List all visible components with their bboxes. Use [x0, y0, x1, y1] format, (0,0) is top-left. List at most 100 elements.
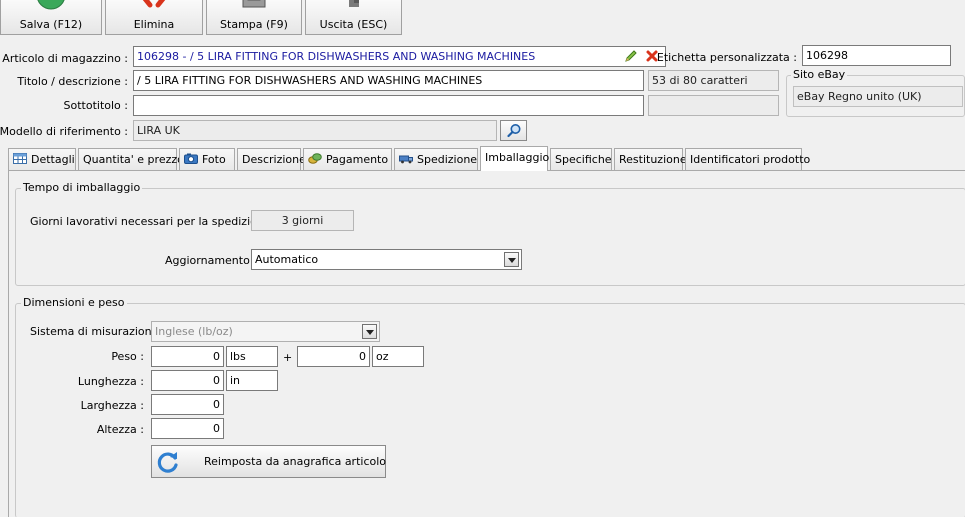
article-field[interactable]: 106298 - / 5 LIRA FITTING FOR DISHWASHER…	[133, 46, 666, 67]
subtitle-counter	[648, 95, 779, 116]
tab-specifiche[interactable]: Specifiche	[550, 148, 612, 170]
printer-icon	[237, 0, 271, 11]
tab-identificatori-prodotto-label: Identificatori prodotto	[690, 153, 811, 166]
weight-oz-value: 0	[359, 350, 366, 363]
length-unit: in	[226, 370, 278, 391]
imballaggio-panel: Tempo di imballaggio Giorni lavorativi n…	[8, 170, 965, 517]
article-label: Articolo di magazzino :	[2, 52, 128, 65]
pencil-icon[interactable]	[624, 49, 638, 66]
site-group: Sito eBay eBay Regno unito (UK)	[786, 68, 965, 117]
article-value: 106298 - / 5 LIRA FITTING FOR DISHWASHER…	[137, 50, 536, 63]
weight-lbs-value: 0	[213, 350, 220, 363]
subtitle-label: Sottotitolo :	[63, 99, 128, 112]
width-label: Larghezza :	[80, 399, 144, 412]
delete-label: Elimina	[133, 18, 175, 31]
refresh-icon	[156, 450, 180, 477]
custom-label-value: 106298	[806, 49, 848, 62]
tab-pagamento-label: Pagamento	[326, 153, 389, 166]
weight-oz-unit: oz	[372, 346, 424, 367]
exit-door-icon	[337, 0, 371, 11]
height-field[interactable]: 0	[151, 418, 224, 439]
weight-oz-unit-text: oz	[376, 350, 389, 363]
weight-lbs-unit: lbs	[226, 346, 278, 367]
model-search-button[interactable]	[500, 120, 527, 141]
weight-lbs-unit-text: lbs	[230, 350, 246, 363]
coins-icon	[308, 153, 322, 164]
days-field: 3 giorni	[251, 210, 354, 231]
dimensions-group: Dimensioni e peso Sistema di misurazione…	[15, 296, 965, 517]
tab-spedizione-label: Spedizione	[417, 153, 478, 166]
length-value: 0	[213, 374, 220, 387]
reset-label: Reimposta da anagrafica articolo	[204, 455, 387, 468]
tab-foto-label: Foto	[202, 153, 226, 166]
save-icon	[34, 0, 68, 14]
exit-button[interactable]: Uscita (ESC)	[305, 0, 402, 35]
subtitle-field[interactable]	[133, 95, 644, 116]
print-label: Stampa (F9)	[220, 18, 288, 31]
model-label: Modello di riferimento :	[0, 125, 128, 138]
title-field[interactable]: / 5 LIRA FITTING FOR DISHWASHERS AND WAS…	[133, 70, 644, 91]
days-label: Giorni lavorativi necessari per la spedi…	[30, 215, 278, 228]
update-select[interactable]: Automatico	[251, 249, 522, 270]
table-icon	[13, 153, 27, 164]
tab-quantita-prezzo[interactable]: Quantita' e prezzo	[78, 148, 184, 170]
tab-descrizione-label: Descrizione	[242, 153, 306, 166]
update-label: Aggiornamento :	[165, 254, 258, 267]
title-label: Titolo / descrizione :	[17, 75, 128, 88]
save-button[interactable]: Salva (F12)	[0, 0, 102, 35]
tab-foto[interactable]: Foto	[179, 148, 235, 170]
tab-pagamento[interactable]: Pagamento	[303, 148, 392, 170]
model-value: LIRA UK	[137, 124, 180, 137]
site-group-title: Sito eBay	[791, 68, 848, 81]
dimensions-title: Dimensioni e peso	[21, 296, 127, 309]
length-field[interactable]: 0	[151, 370, 224, 391]
height-value: 0	[213, 422, 220, 435]
exit-label: Uscita (ESC)	[319, 18, 388, 31]
tab-spedizione[interactable]: Spedizione	[394, 148, 478, 170]
custom-label-field[interactable]: 106298	[802, 45, 951, 66]
weight-lbs-field[interactable]: 0	[151, 346, 224, 367]
site-field: eBay Regno unito (UK)	[793, 86, 963, 107]
height-label: Altezza :	[96, 423, 144, 436]
delete-icon	[137, 0, 171, 12]
plus-sign: +	[283, 351, 293, 364]
chevron-down-icon	[362, 324, 377, 339]
model-field: LIRA UK	[133, 120, 497, 141]
print-button[interactable]: Stampa (F9)	[206, 0, 302, 35]
tab-restituzione[interactable]: Restituzione	[614, 148, 687, 170]
delete-button[interactable]: Elimina	[105, 0, 203, 35]
packaging-time-group: Tempo di imballaggio Giorni lavorativi n…	[15, 181, 965, 286]
reset-from-article-button[interactable]: Reimposta da anagrafica articolo	[151, 445, 386, 478]
tab-dettagli[interactable]: Dettagli	[8, 148, 76, 170]
width-value: 0	[213, 398, 220, 411]
tab-dettagli-label: Dettagli	[31, 153, 75, 166]
search-icon	[507, 123, 522, 141]
tab-imballaggio[interactable]: Imballaggio	[480, 146, 550, 171]
tab-specifiche-label: Specifiche	[555, 153, 612, 166]
save-label: Salva (F12)	[19, 18, 83, 31]
length-label: Lunghezza :	[77, 375, 144, 388]
length-unit-text: in	[230, 374, 241, 387]
system-select[interactable]: Inglese (lb/oz)	[151, 321, 380, 342]
title-value: / 5 LIRA FITTING FOR DISHWASHERS AND WAS…	[137, 74, 483, 87]
update-value: Automatico	[255, 253, 319, 266]
custom-label-label: Etichetta personalizzata :	[656, 51, 797, 64]
title-counter: 53 di 80 caratteri	[648, 70, 779, 91]
tab-descrizione[interactable]: Descrizione	[237, 148, 306, 170]
days-value: 3 giorni	[281, 214, 324, 227]
camera-icon	[184, 153, 198, 164]
tab-imballaggio-label: Imballaggio	[485, 151, 550, 164]
system-label: Sistema di misurazione :	[30, 325, 166, 338]
weight-label: Peso :	[111, 350, 144, 363]
weight-oz-field[interactable]: 0	[297, 346, 370, 367]
chevron-down-icon	[504, 252, 519, 267]
packaging-time-title: Tempo di imballaggio	[21, 181, 143, 194]
truck-icon	[399, 153, 413, 164]
system-value: Inglese (lb/oz)	[155, 325, 233, 338]
tab-quantita-prezzo-label: Quantita' e prezzo	[83, 153, 184, 166]
width-field[interactable]: 0	[151, 394, 224, 415]
tab-identificatori-prodotto[interactable]: Identificatori prodotto	[685, 148, 810, 170]
tab-restituzione-label: Restituzione	[619, 153, 687, 166]
site-value: eBay Regno unito (UK)	[797, 90, 922, 103]
title-counter-text: 53 di 80 caratteri	[652, 74, 748, 87]
